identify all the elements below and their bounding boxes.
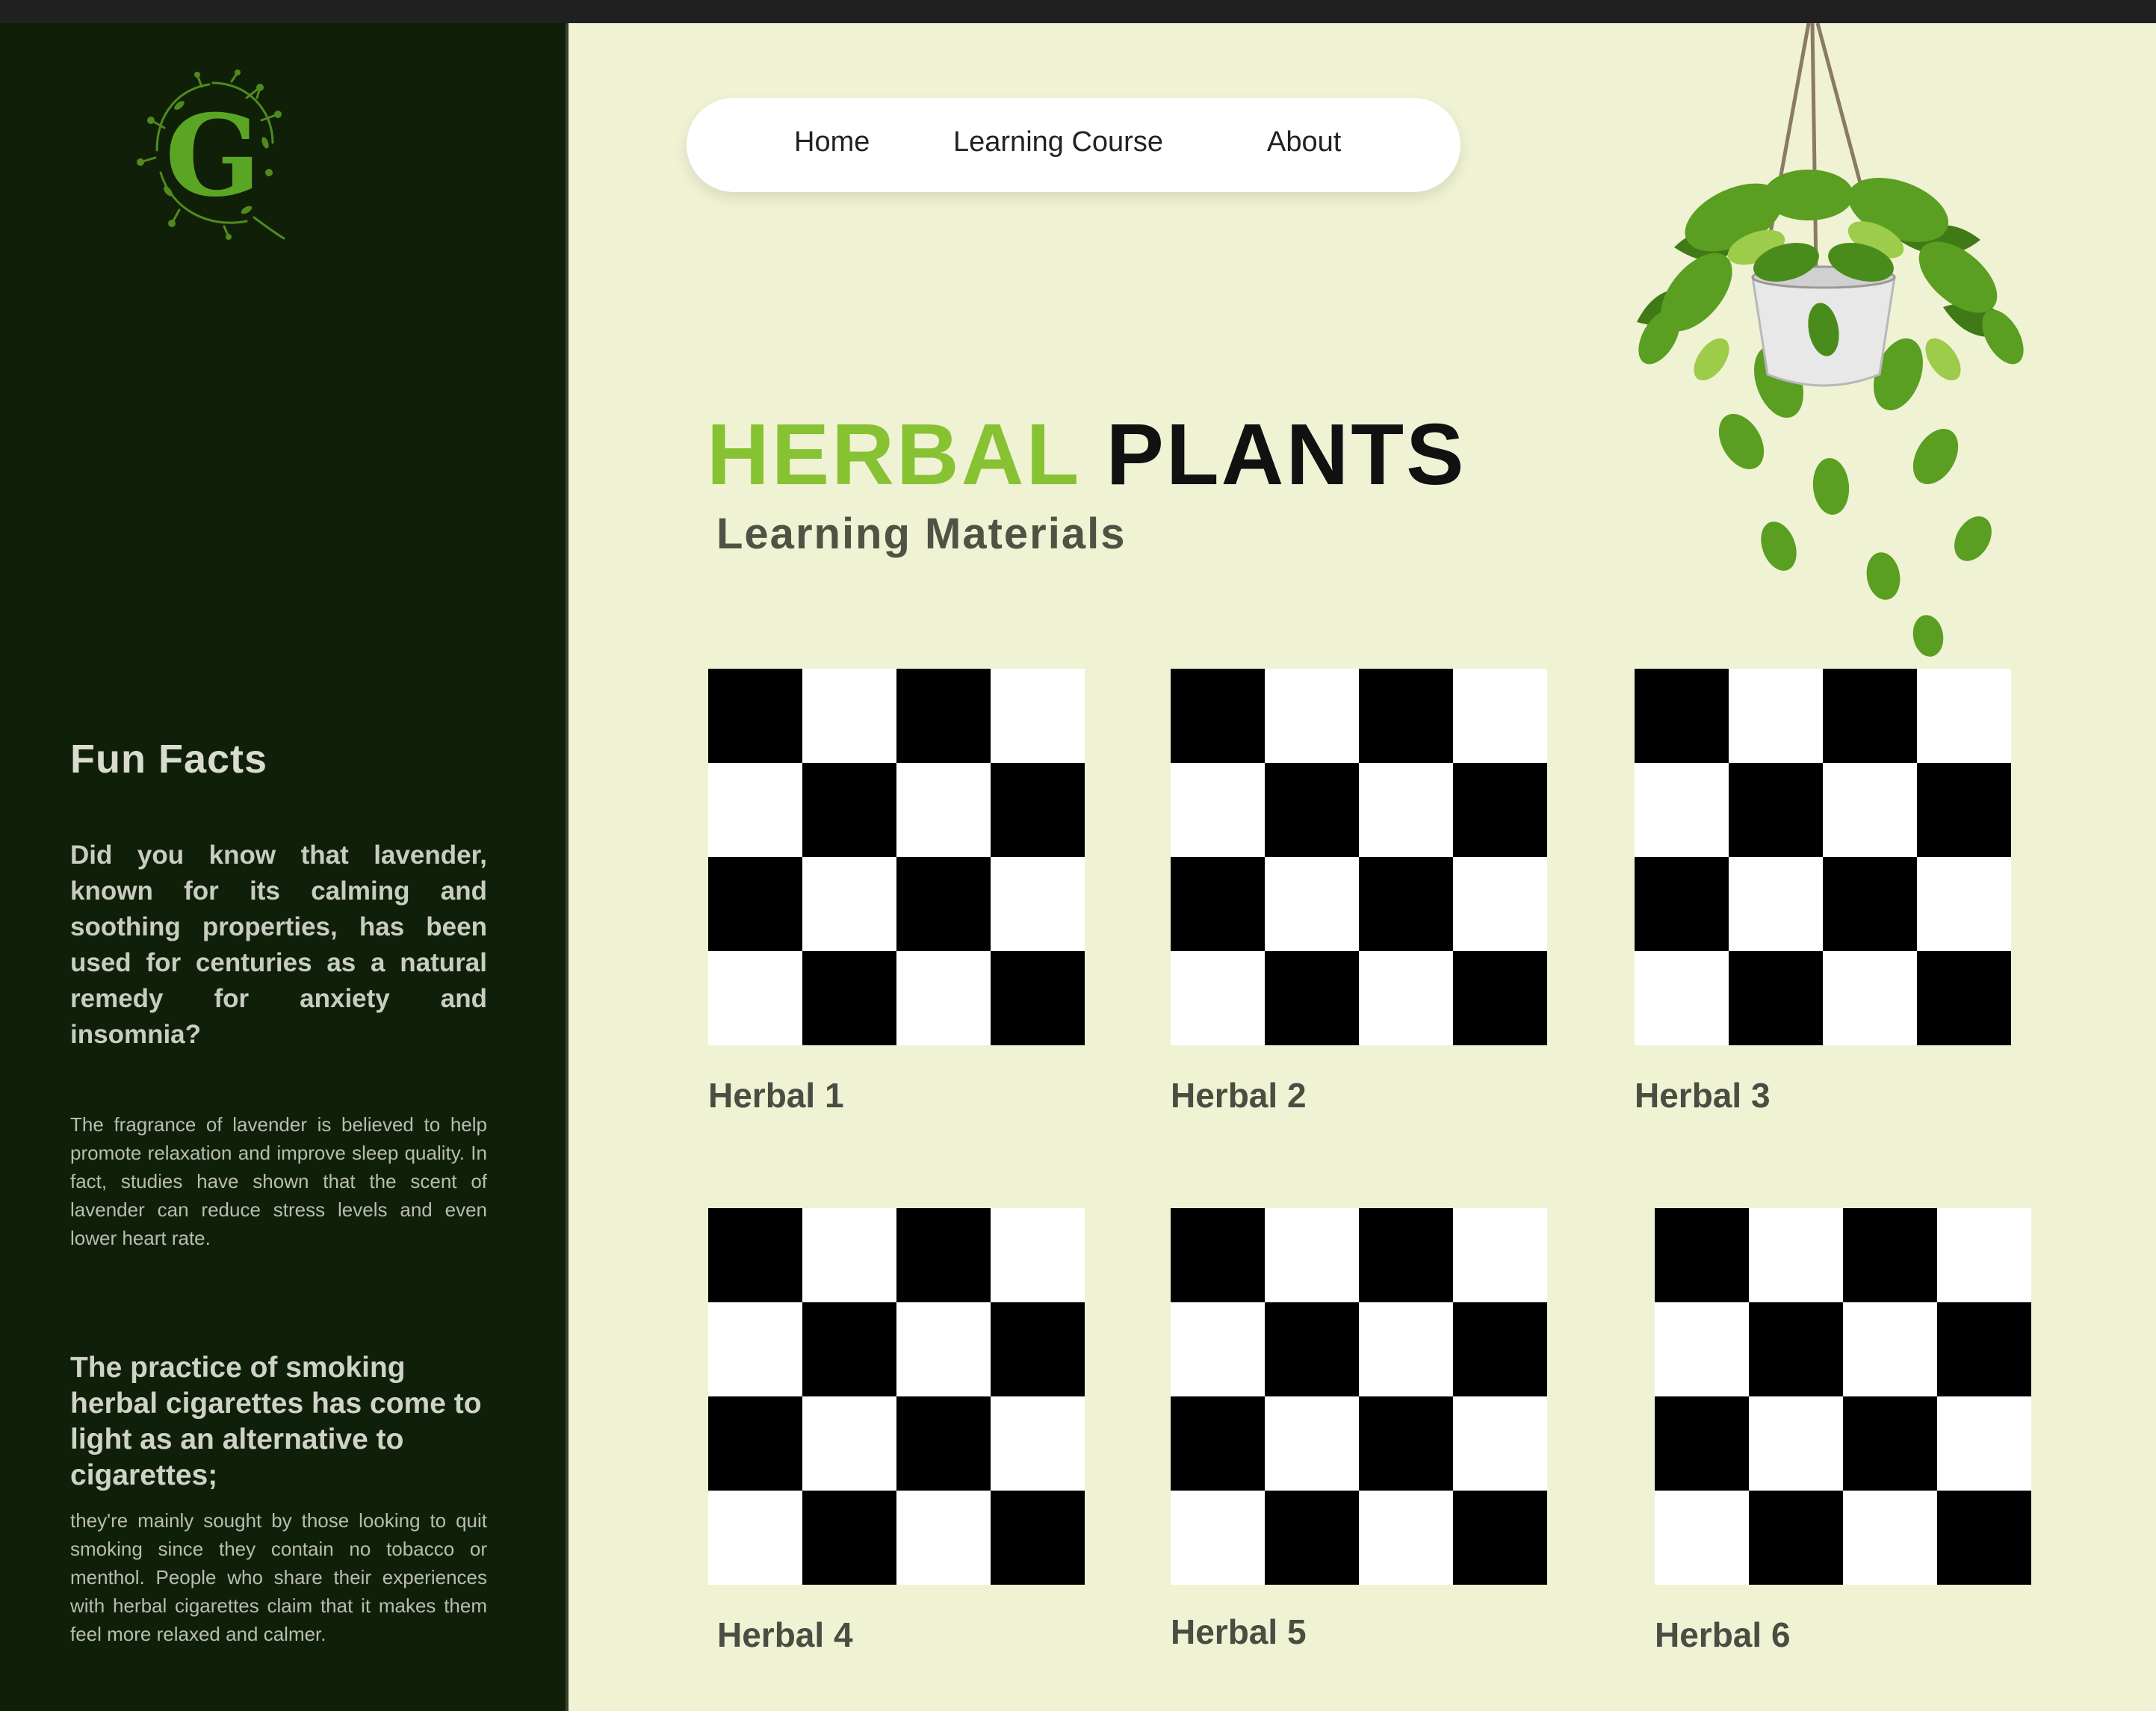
herbal-4-label: Herbal 4 — [717, 1615, 853, 1654]
herbal-3-image-placeholder[interactable] — [1635, 669, 2011, 1045]
checker-cell — [802, 763, 896, 857]
checker-cell — [896, 857, 991, 951]
checker-cell — [802, 1491, 896, 1585]
checker-cell — [1453, 763, 1547, 857]
checker-cell — [1171, 669, 1265, 763]
hanging-plant-illustration — [1585, 23, 2078, 666]
checker-cell — [1453, 951, 1547, 1045]
checker-cell — [1635, 669, 1729, 763]
herbal-5-label: Herbal 5 — [1171, 1612, 1307, 1651]
checker-cell — [708, 1396, 802, 1491]
sidebar: G Fun Facts Did you know that lavender, … — [0, 23, 566, 1711]
checker-cell — [708, 1208, 802, 1302]
checker-cell — [1635, 857, 1729, 951]
checker-cell — [1265, 951, 1359, 1045]
checker-cell — [1655, 1396, 1749, 1491]
logo-icon[interactable]: G — [134, 68, 291, 240]
checker-cell — [708, 857, 802, 951]
page-title: HERBAL PLANTS — [707, 404, 1466, 504]
checker-cell — [896, 1396, 991, 1491]
checker-cell — [1171, 1208, 1265, 1302]
checker-cell — [896, 1208, 991, 1302]
checker-cell — [896, 669, 991, 763]
herbal-1-image-placeholder[interactable] — [708, 669, 1085, 1045]
checker-cell — [1265, 1302, 1359, 1396]
checker-cell — [1171, 857, 1265, 951]
herbal-6-image-placeholder[interactable] — [1655, 1208, 2031, 1585]
herbal-1-label: Herbal 1 — [708, 1076, 844, 1115]
checker-cell — [802, 951, 896, 1045]
window-top-bar — [0, 0, 2156, 23]
checker-cell — [1749, 1491, 1843, 1585]
checker-cell — [991, 951, 1085, 1045]
checker-cell — [1453, 1491, 1547, 1585]
herbal-2-image-placeholder[interactable] — [1171, 669, 1547, 1045]
checker-cell — [991, 763, 1085, 857]
checker-cell — [1171, 1396, 1265, 1491]
checker-cell — [1359, 669, 1453, 763]
herbal-4-image-placeholder[interactable] — [708, 1208, 1085, 1585]
nav-about[interactable]: About — [1267, 126, 1341, 158]
checker-cell — [1937, 1491, 2031, 1585]
checker-cell — [1823, 669, 1917, 763]
page-title-green: HERBAL — [707, 406, 1080, 503]
checker-cell — [1917, 763, 2011, 857]
checker-cell — [1729, 951, 1823, 1045]
checker-cell — [1359, 1396, 1453, 1491]
checker-cell — [1453, 1302, 1547, 1396]
checker-cell — [802, 1302, 896, 1396]
fact-1-highlight: Did you know that lavender, known for it… — [70, 841, 487, 1049]
checker-cell — [1655, 1208, 1749, 1302]
herbal-3-label: Herbal 3 — [1635, 1076, 1771, 1115]
checker-cell — [1265, 763, 1359, 857]
page-frame: G Fun Facts Did you know that lavender, … — [0, 23, 2156, 1711]
fact-2-heading: The practice of smoking herbal cigarette… — [70, 1352, 482, 1491]
main-content: Home Learning Course About HERBAL PLANTS… — [569, 23, 2156, 1711]
herbal-5-image-placeholder[interactable] — [1171, 1208, 1547, 1585]
top-navigation: Home Learning Course About — [687, 98, 1460, 192]
nav-home[interactable]: Home — [794, 126, 870, 158]
herbal-6-label: Herbal 6 — [1655, 1615, 1791, 1654]
fact-2-detail: they're mainly sought by those looking t… — [70, 1509, 487, 1645]
page-subtitle: Learning Materials — [716, 510, 1127, 558]
checker-cell — [708, 669, 802, 763]
checker-cell — [1843, 1396, 1937, 1491]
logo-letter: G — [165, 90, 261, 222]
checker-cell — [1359, 857, 1453, 951]
checker-cell — [1937, 1302, 2031, 1396]
checker-cell — [1265, 1491, 1359, 1585]
fun-facts-title: Fun Facts — [70, 737, 268, 782]
nav-learning-course[interactable]: Learning Course — [953, 126, 1163, 158]
checker-cell — [1917, 951, 2011, 1045]
checker-cell — [1729, 763, 1823, 857]
checker-cell — [1823, 857, 1917, 951]
checker-cell — [1749, 1302, 1843, 1396]
herbal-2-label: Herbal 2 — [1171, 1076, 1307, 1115]
checker-cell — [1359, 1208, 1453, 1302]
checker-cell — [991, 1302, 1085, 1396]
checker-cell — [1843, 1208, 1937, 1302]
checker-cell — [991, 1491, 1085, 1585]
page-title-dark: PLANTS — [1106, 406, 1466, 503]
fact-1-detail: The fragrance of lavender is believed to… — [70, 1113, 487, 1249]
